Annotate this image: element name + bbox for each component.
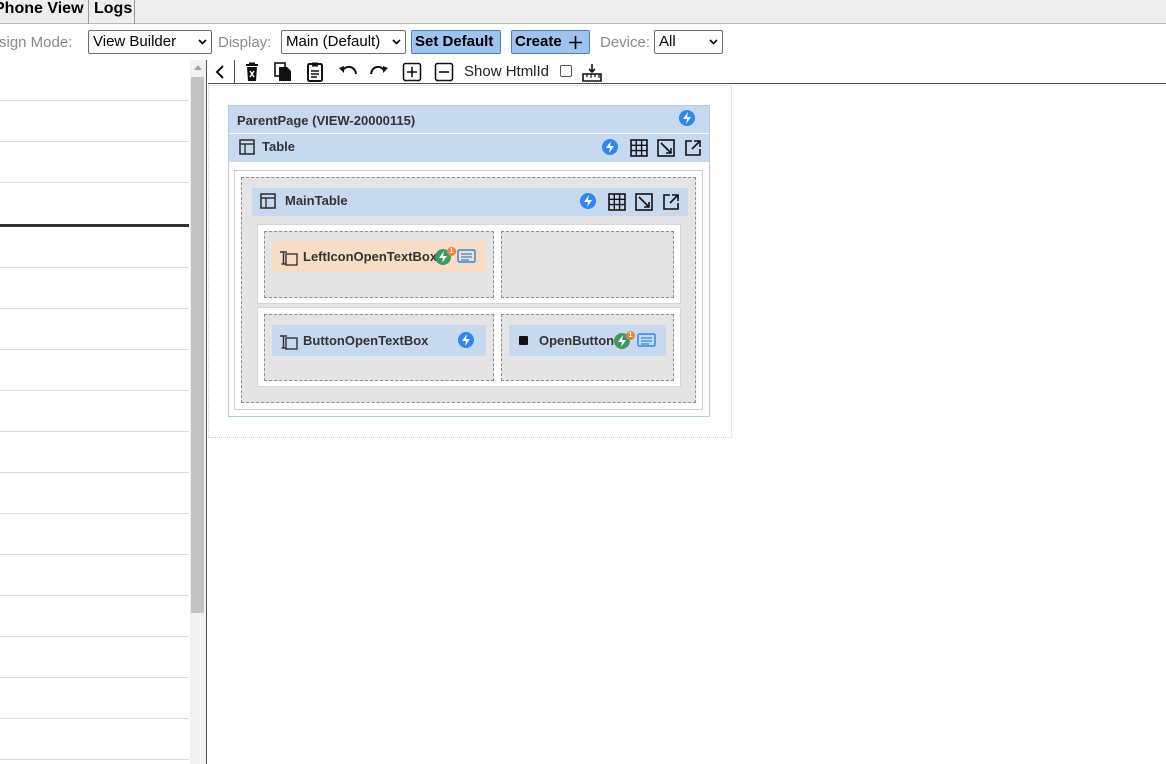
- resize-icon[interactable]: [657, 139, 675, 157]
- table-icon: [239, 139, 255, 155]
- show-htmlid-checkbox[interactable]: [560, 65, 572, 77]
- tree-row[interactable]: [0, 514, 189, 555]
- show-htmlid-label: Show HtmlId: [464, 63, 550, 80]
- collapse-all-icon[interactable]: [433, 62, 455, 82]
- action-bolt-icon[interactable]: [679, 110, 695, 126]
- canvas-toolbar: Show HtmlId: [208, 60, 1166, 84]
- design-mode-label: sign Mode:: [0, 34, 73, 51]
- main-table-label: MainTable: [285, 193, 348, 208]
- tab-phone-view[interactable]: Phone View: [0, 0, 89, 24]
- paste-icon[interactable]: [304, 62, 326, 82]
- action-bolt-icon[interactable]: [602, 139, 618, 155]
- component-tree-panel: [0, 60, 207, 764]
- tree-row[interactable]: [0, 227, 189, 268]
- device-select[interactable]: All: [654, 30, 723, 54]
- parent-page-title: ParentPage (VIEW-20000115): [237, 113, 416, 128]
- device-label: Device:: [600, 34, 651, 51]
- redo-icon[interactable]: [368, 62, 390, 82]
- tab-logs[interactable]: Logs: [89, 0, 135, 24]
- designer-toolbar: sign Mode: View Builder Display: Main (D…: [0, 24, 1166, 60]
- scrollbar-thumb[interactable]: [191, 77, 204, 613]
- event-count-badge: 1: [626, 331, 635, 340]
- left-icon-open-textbox-label: LeftIconOpenTextBox: [303, 249, 438, 264]
- ruler-icon[interactable]: [581, 62, 603, 82]
- top-tab-bar: Phone View Logs: [0, 0, 1166, 24]
- textbox-icon: [280, 251, 298, 266]
- tree-row[interactable]: [0, 268, 189, 309]
- tree-row[interactable]: [0, 678, 189, 719]
- tree-row[interactable]: [0, 596, 189, 637]
- scroll-up-icon[interactable]: [194, 65, 202, 70]
- action-bolt-icon[interactable]: [580, 193, 596, 209]
- display-select[interactable]: Main (Default): [281, 30, 406, 54]
- plus-icon: [569, 36, 582, 49]
- tree-row[interactable]: [0, 473, 189, 514]
- open-button-label: OpenButton: [539, 333, 615, 348]
- open-external-icon[interactable]: [662, 193, 680, 211]
- tree-row[interactable]: [0, 719, 189, 760]
- event-count-badge: 1: [447, 247, 456, 256]
- textbox-icon: [280, 335, 298, 350]
- table-label: Table: [262, 139, 295, 154]
- resize-icon[interactable]: [635, 193, 653, 211]
- grid-icon[interactable]: [630, 139, 648, 157]
- table-icon: [260, 193, 276, 209]
- tree-row[interactable]: [0, 432, 189, 473]
- chevron-down-icon: [709, 39, 718, 45]
- tree-row[interactable]: [0, 183, 189, 227]
- button-open-textbox-label: ButtonOpenTextBox: [303, 333, 429, 348]
- create-button[interactable]: Create: [511, 30, 590, 54]
- design-mode-value: View Builder: [93, 33, 177, 50]
- design-mode-select[interactable]: View Builder: [88, 30, 212, 54]
- create-button-label: Create: [515, 33, 562, 50]
- set-default-button[interactable]: Set Default: [411, 30, 501, 54]
- chevron-down-icon: [392, 39, 401, 45]
- tree-row[interactable]: [0, 555, 189, 596]
- display-icon[interactable]: [637, 333, 656, 348]
- tree-row[interactable]: [0, 60, 189, 101]
- copy-icon[interactable]: [272, 62, 294, 82]
- open-external-icon[interactable]: [684, 139, 702, 157]
- chevron-down-icon: [198, 39, 207, 45]
- device-value: All: [659, 33, 676, 50]
- tree-row[interactable]: [0, 142, 189, 183]
- action-bolt-icon[interactable]: [458, 332, 474, 348]
- grid-icon[interactable]: [608, 193, 626, 211]
- display-value: Main (Default): [286, 33, 381, 50]
- tree-row[interactable]: [0, 637, 189, 678]
- toolbar-divider: [234, 60, 235, 84]
- tree-scrollbar[interactable]: [190, 60, 206, 764]
- delete-icon[interactable]: [241, 62, 263, 82]
- tree-row[interactable]: [0, 391, 189, 432]
- display-label: Display:: [218, 34, 272, 51]
- expand-all-icon[interactable]: [401, 62, 423, 82]
- table-cell[interactable]: [501, 231, 674, 298]
- tree-row[interactable]: [0, 309, 189, 350]
- tree-row[interactable]: [0, 350, 189, 391]
- collapse-left-icon[interactable]: [210, 62, 232, 82]
- display-icon[interactable]: [457, 249, 476, 264]
- undo-icon[interactable]: [337, 62, 359, 82]
- button-icon: [519, 336, 528, 345]
- tree-row[interactable]: [0, 101, 189, 142]
